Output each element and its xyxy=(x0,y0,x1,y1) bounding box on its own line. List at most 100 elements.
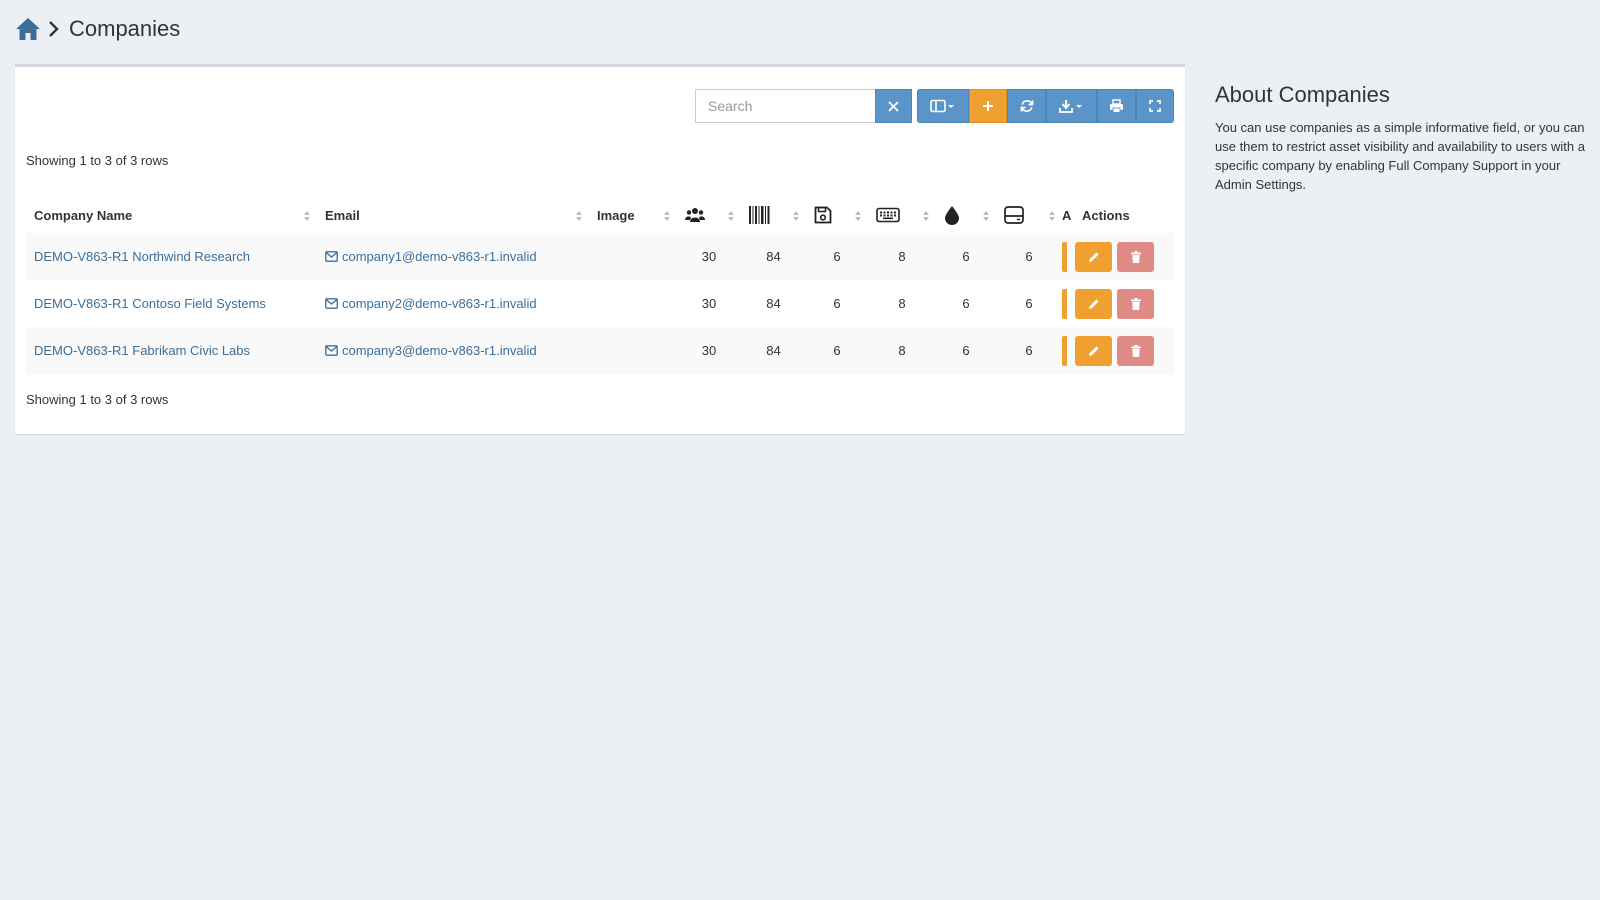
chevron-right-icon xyxy=(47,19,61,39)
refresh-button[interactable] xyxy=(1007,89,1046,123)
assets-count: 84 xyxy=(766,296,781,311)
consumables-count: 6 xyxy=(962,296,970,311)
actions-cell xyxy=(1062,327,1174,374)
envelope-icon xyxy=(325,345,338,356)
pagination-info: Showing 1 to 3 of 3 rows xyxy=(26,153,169,168)
sort-icon xyxy=(728,211,734,221)
column-header-truncated[interactable]: A xyxy=(1062,197,1074,233)
email-cell: company3@demo-v863-r1.invalid xyxy=(317,327,589,374)
components-count: 6 xyxy=(996,233,1062,280)
sort-icon xyxy=(793,211,799,221)
column-header-accessories[interactable] xyxy=(868,197,936,233)
clear-search-button[interactable] xyxy=(875,89,912,123)
close-icon xyxy=(888,100,899,112)
email-cell: company1@demo-v863-r1.invalid xyxy=(317,233,589,280)
sort-icon xyxy=(1049,211,1055,221)
assets-count: 84 xyxy=(741,233,806,280)
delete-button[interactable] xyxy=(1117,335,1154,366)
column-header-licenses[interactable] xyxy=(806,197,868,233)
sort-icon xyxy=(576,211,582,221)
accessories-count: 8 xyxy=(898,296,906,311)
add-company-button[interactable] xyxy=(969,89,1007,123)
plus-icon xyxy=(983,101,993,111)
sort-icon xyxy=(983,211,989,221)
trash-icon xyxy=(1130,250,1141,263)
fullscreen-button[interactable] xyxy=(1136,89,1174,123)
hard-drive-icon xyxy=(1004,206,1024,224)
table-row: DEMO-V863-R1 Northwind Research company1… xyxy=(26,233,1174,280)
edit-button[interactable] xyxy=(1075,335,1112,366)
pencil-icon xyxy=(1088,298,1099,309)
table-row: DEMO-V863-R1 Contoso Field Systems compa… xyxy=(26,280,1174,327)
company-link[interactable]: DEMO-V863-R1 Contoso Field Systems xyxy=(34,296,266,311)
truncated-button[interactable] xyxy=(1062,241,1067,272)
search-input[interactable] xyxy=(695,89,875,123)
licenses-count: 6 xyxy=(806,327,868,374)
column-header-company-name[interactable]: Company Name xyxy=(26,197,317,233)
accessories-count: 8 xyxy=(868,327,936,374)
truncated-button[interactable] xyxy=(1062,288,1067,319)
email-link[interactable]: company2@demo-v863-r1.invalid xyxy=(342,296,537,311)
column-header-email[interactable]: Email xyxy=(317,197,589,233)
table-toolbar xyxy=(695,89,1174,123)
licenses-count: 6 xyxy=(833,296,841,311)
print-icon xyxy=(1110,99,1123,113)
breadcrumb: Companies xyxy=(15,16,180,42)
toolbar-button-group xyxy=(917,89,1174,123)
components-count: 6 xyxy=(1025,296,1033,311)
sort-icon xyxy=(923,211,929,221)
floppy-disk-icon xyxy=(814,206,832,224)
column-header-actions: Actions xyxy=(1082,207,1130,223)
sort-icon xyxy=(664,211,670,221)
users-icon xyxy=(685,208,705,223)
assets-count: 84 xyxy=(741,327,806,374)
column-header-consumables[interactable] xyxy=(936,197,996,233)
consumables-count: 6 xyxy=(936,327,996,374)
companies-table: Company Name Email Image A Actions DEMO-… xyxy=(26,197,1174,374)
edit-button[interactable] xyxy=(1075,241,1112,272)
home-icon[interactable] xyxy=(15,16,41,42)
delete-button[interactable] xyxy=(1117,288,1154,319)
pagination-info-bottom: Showing 1 to 3 of 3 rows xyxy=(26,392,169,407)
download-icon xyxy=(1058,100,1082,113)
column-header-assets[interactable] xyxy=(741,197,806,233)
column-header-users[interactable] xyxy=(677,197,741,233)
truncated-button[interactable] xyxy=(1062,335,1067,366)
users-count: 30 xyxy=(701,296,717,311)
actions-cell xyxy=(1062,280,1174,327)
about-text: You can use companies as a simple inform… xyxy=(1215,120,1585,192)
refresh-icon xyxy=(1020,99,1033,113)
columns-button[interactable] xyxy=(917,89,969,123)
table-row: DEMO-V863-R1 Fabrikam Civic Labs company… xyxy=(26,327,1174,374)
email-link[interactable]: company3@demo-v863-r1.invalid xyxy=(342,343,537,358)
company-name-cell: DEMO-V863-R1 Northwind Research xyxy=(26,233,317,280)
column-header-image[interactable]: Image xyxy=(589,197,677,233)
print-button[interactable] xyxy=(1097,89,1136,123)
licenses-count: 6 xyxy=(806,233,868,280)
users-count: 30 xyxy=(677,327,741,374)
pencil-icon xyxy=(1088,345,1099,356)
image-cell xyxy=(589,280,677,327)
company-link[interactable]: DEMO-V863-R1 Northwind Research xyxy=(34,249,250,264)
actions-cell xyxy=(1062,233,1174,280)
sort-icon xyxy=(304,211,310,221)
email-link[interactable]: company1@demo-v863-r1.invalid xyxy=(342,249,537,264)
edit-button[interactable] xyxy=(1075,288,1112,319)
droplet-icon xyxy=(945,206,959,225)
consumables-count: 6 xyxy=(936,233,996,280)
pencil-icon xyxy=(1088,251,1099,262)
about-title: About Companies xyxy=(1215,82,1390,107)
export-button[interactable] xyxy=(1046,89,1097,123)
envelope-icon xyxy=(325,298,338,309)
image-cell xyxy=(589,327,677,374)
fullscreen-icon xyxy=(1149,100,1161,112)
company-name-cell: DEMO-V863-R1 Fabrikam Civic Labs xyxy=(26,327,317,374)
company-name-cell: DEMO-V863-R1 Contoso Field Systems xyxy=(26,280,317,327)
keyboard-icon xyxy=(876,207,900,223)
envelope-icon xyxy=(325,251,338,262)
column-header-components[interactable] xyxy=(996,197,1062,233)
companies-panel: Showing 1 to 3 of 3 rows Company Name Em… xyxy=(15,64,1185,434)
delete-button[interactable] xyxy=(1117,241,1154,272)
sort-icon xyxy=(855,211,861,221)
company-link[interactable]: DEMO-V863-R1 Fabrikam Civic Labs xyxy=(34,343,250,358)
